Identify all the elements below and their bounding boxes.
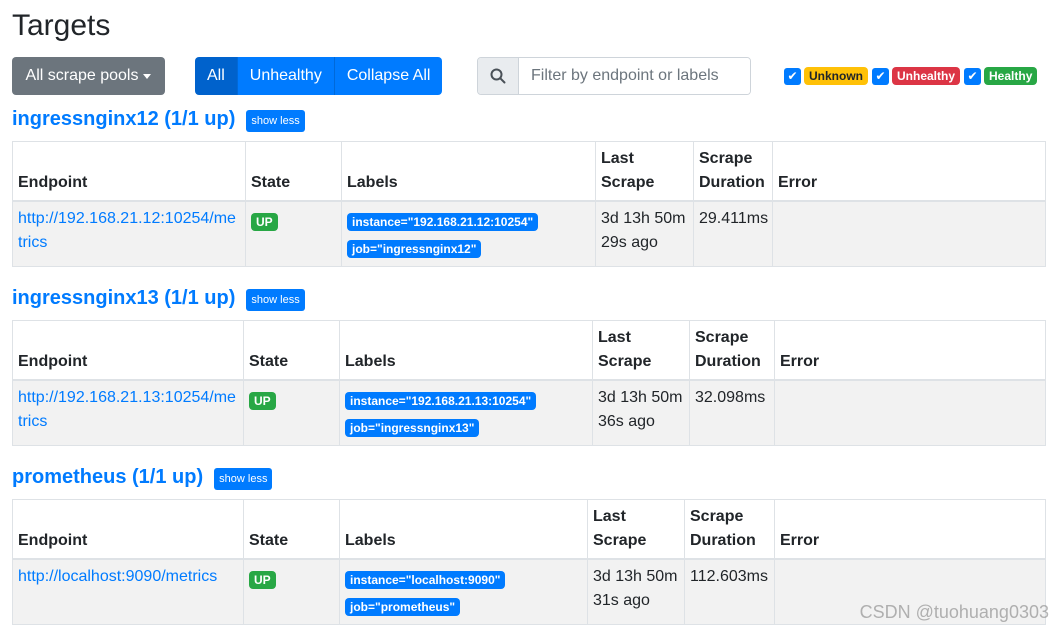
healthy-checkbox[interactable]: ✔ Healthy xyxy=(964,67,1038,85)
filter-input[interactable] xyxy=(519,58,750,94)
endpoint-header: Endpoint xyxy=(12,320,244,381)
state-header: State xyxy=(243,320,340,381)
endpoint-header: Endpoint xyxy=(12,141,246,202)
state-header: State xyxy=(245,141,342,202)
unhealthy-badge: Unhealthy xyxy=(892,67,961,85)
error-cell xyxy=(772,200,1046,267)
label-badge: instance="192.168.21.13:10254" xyxy=(345,392,537,410)
scrape-pools-dropdown[interactable]: All scrape pools xyxy=(12,57,165,95)
label-badge: job="ingressnginx12" xyxy=(347,240,482,258)
last-scrape-header: Last Scrape xyxy=(592,320,690,381)
filter-input-group xyxy=(477,57,751,95)
endpoint-link[interactable]: http://192.168.21.13:10254/metrics xyxy=(18,389,236,430)
last-scrape-header: Last Scrape xyxy=(595,141,694,202)
scrape-pool-prometheus: prometheus (1/1 up) show less Endpoint S… xyxy=(12,463,1046,625)
show-less-button[interactable]: show less xyxy=(214,468,273,490)
endpoint-header: Endpoint xyxy=(12,499,244,560)
scrape-duration-header: Scrape Duration xyxy=(684,499,775,560)
toolbar: All scrape pools All Unhealthy Collapse … xyxy=(12,57,1052,95)
label-badge: instance="localhost:9090" xyxy=(345,571,506,589)
watermark: CSDN @tuohuang0303 xyxy=(859,602,1049,622)
targets-table: Endpoint State Labels Last Scrape Scrape… xyxy=(12,141,1046,267)
scrape-duration-cell: 32.098ms xyxy=(689,379,775,446)
error-header: Error xyxy=(774,499,1046,560)
unknown-badge: Unknown xyxy=(804,67,868,85)
last-scrape-header: Last Scrape xyxy=(587,499,685,560)
check-icon: ✔ xyxy=(964,67,982,85)
targets-table: Endpoint State Labels Last Scrape Scrape… xyxy=(12,320,1046,446)
check-icon: ✔ xyxy=(872,67,889,85)
caret-down-icon xyxy=(143,73,152,79)
filter-button-group: All Unhealthy Collapse All xyxy=(195,57,443,95)
labels-header: Labels xyxy=(339,320,593,381)
show-less-button[interactable]: show less xyxy=(246,289,305,311)
endpoint-link[interactable]: http://localhost:9090/metrics xyxy=(18,568,217,585)
healthy-badge: Healthy xyxy=(984,67,1038,85)
endpoint-link[interactable]: http://192.168.21.12:10254/metrics xyxy=(18,210,236,251)
labels-header: Labels xyxy=(341,141,596,202)
all-button[interactable]: All xyxy=(195,57,238,95)
scrape-pool-ingressnginx13: ingressnginx13 (1/1 up) show less Endpoi… xyxy=(12,284,1046,446)
scrape-duration-cell: 29.411ms xyxy=(693,200,773,267)
pool-title-link[interactable]: ingressnginx12 (1/1 up) xyxy=(12,108,235,131)
pool-title-link[interactable]: prometheus (1/1 up) xyxy=(12,466,203,489)
scrape-duration-header: Scrape Duration xyxy=(693,141,773,202)
table-row: http://192.168.21.13:10254/metrics UP in… xyxy=(12,379,1046,446)
unhealthy-checkbox[interactable]: ✔ Unhealthy xyxy=(872,67,961,85)
last-scrape-cell: 3d 13h 50m 29s ago xyxy=(595,200,694,267)
collapse-all-button[interactable]: Collapse All xyxy=(334,57,443,95)
label-badge: job="ingressnginx13" xyxy=(345,419,480,437)
show-less-button[interactable]: show less xyxy=(246,110,305,132)
scrape-duration-cell: 112.603ms xyxy=(684,558,775,625)
pool-title-link[interactable]: ingressnginx13 (1/1 up) xyxy=(12,287,235,310)
scrape-pool-ingressnginx12: ingressnginx12 (1/1 up) show less Endpoi… xyxy=(12,105,1046,267)
error-cell xyxy=(774,379,1046,446)
last-scrape-cell: 3d 13h 50m 31s ago xyxy=(587,558,685,625)
unhealthy-button[interactable]: Unhealthy xyxy=(237,57,335,95)
label-badge: job="prometheus" xyxy=(345,598,461,616)
last-scrape-cell: 3d 13h 50m 36s ago xyxy=(592,379,690,446)
scrape-duration-header: Scrape Duration xyxy=(689,320,775,381)
state-header: State xyxy=(243,499,340,560)
labels-header: Labels xyxy=(339,499,588,560)
health-filters: ✔ Unknown ✔ Unhealthy ✔ Healthy xyxy=(784,67,1041,85)
state-badge: UP xyxy=(251,213,278,231)
search-icon xyxy=(478,58,519,94)
scrape-pools-label: All scrape pools xyxy=(25,67,139,84)
label-badge: instance="192.168.21.12:10254" xyxy=(347,213,539,231)
state-badge: UP xyxy=(249,571,276,589)
table-row: http://192.168.21.12:10254/metrics UP in… xyxy=(12,200,1046,267)
error-header: Error xyxy=(772,141,1046,202)
check-icon: ✔ xyxy=(784,67,801,85)
unknown-checkbox[interactable]: ✔ Unknown xyxy=(784,67,868,85)
error-header: Error xyxy=(774,320,1046,381)
state-badge: UP xyxy=(249,392,276,410)
page-title: Targets xyxy=(12,9,111,42)
